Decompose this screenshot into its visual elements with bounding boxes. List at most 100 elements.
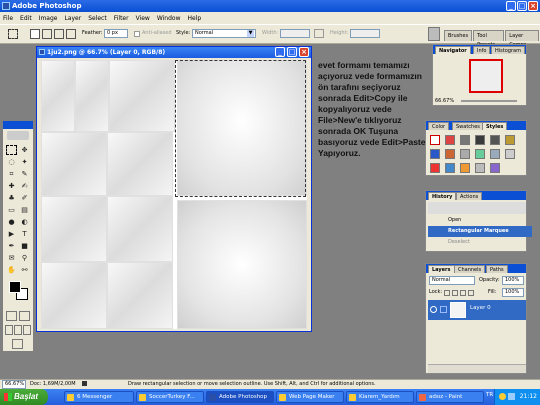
well-tab-layer-comps[interactable]: Layer Comps [505,30,539,48]
new-selection-icon[interactable] [30,29,40,39]
lock-all-icon[interactable] [468,290,474,296]
style-swatch[interactable] [460,135,470,145]
shape-tool-icon[interactable]: ■ [19,241,30,251]
intersect-selection-icon[interactable] [66,29,76,39]
status-doc-size[interactable]: Doc: 1,69M/2,00M [30,380,76,389]
navigator-zoom-slider[interactable] [461,100,517,102]
rectangular-marquee-icon[interactable] [6,145,17,155]
tab-styles[interactable]: Styles [482,122,508,130]
history-item-open[interactable]: Open [428,215,532,226]
close-button[interactable]: × [528,1,538,11]
slice-tool-icon[interactable]: ✎ [19,169,30,179]
lock-transparency-icon[interactable] [444,290,450,296]
clone-stamp-icon[interactable]: ♣ [6,193,17,203]
status-menu-icon[interactable] [82,381,87,386]
volume-icon[interactable] [508,393,515,400]
task-photoshop[interactable]: Adobe Photoshop [206,391,274,403]
menu-layer[interactable]: Layer [64,15,81,22]
feather-input[interactable]: 0 px [104,29,128,38]
screen-mode-full-menu-icon[interactable] [14,325,22,335]
tab-channels[interactable]: Channels [454,265,486,273]
tab-history[interactable]: History [428,192,457,200]
minimize-button[interactable]: _ [506,1,516,11]
style-swatch[interactable] [430,163,440,173]
style-swatch[interactable] [445,135,455,145]
well-tab-brushes[interactable]: Brushes [444,30,473,41]
lock-position-icon[interactable] [460,290,466,296]
style-swatch[interactable] [490,135,500,145]
foreground-color-swatch[interactable] [9,281,21,293]
swap-icon[interactable] [314,29,324,38]
tab-paths[interactable]: Paths [486,265,508,273]
blur-tool-icon[interactable]: ● [6,217,17,227]
menu-help[interactable]: Help [188,15,202,22]
subtract-selection-icon[interactable] [54,29,64,39]
style-swatch[interactable] [475,149,485,159]
blend-mode-select[interactable]: Normal [429,276,475,285]
history-item-deselect[interactable]: Deselect [428,237,532,248]
width-input[interactable] [280,29,310,38]
screen-mode-standard-icon[interactable] [5,325,13,335]
lasso-tool-icon[interactable]: ◌ [6,157,17,167]
tab-info[interactable]: Info [473,46,491,54]
pen-tool-icon[interactable]: ✒ [6,241,17,251]
adobe-online-icon[interactable] [7,131,29,140]
style-select[interactable]: Normal ▼ [192,29,256,38]
style-swatch[interactable] [430,149,440,159]
document-titlebar[interactable]: 1ju2.png @ 66.7% (Layer 0, RGB/8) _ □ × [37,47,311,58]
history-item-rectangular-marquee[interactable]: Rectangular Marquee [428,226,532,237]
menu-view[interactable]: View [136,15,150,22]
path-select-icon[interactable]: ▶ [6,229,17,239]
style-swatch[interactable] [490,163,500,173]
style-swatch-none[interactable] [430,135,440,145]
style-swatch[interactable] [475,135,485,145]
task-paint[interactable]: adsız - Paint [416,391,484,403]
tab-histogram[interactable]: Histogram [491,46,525,54]
tab-navigator[interactable]: Navigator [435,46,471,54]
tab-color[interactable]: Color [428,122,450,130]
quickmask-mode-icon[interactable] [19,311,30,321]
tab-actions[interactable]: Actions [456,192,483,200]
add-selection-icon[interactable] [42,29,52,39]
menu-file[interactable]: File [3,15,13,22]
crop-tool-icon[interactable]: ⌗ [6,169,17,179]
antialiased-checkbox[interactable] [134,31,140,37]
language-indicator[interactable]: TR [486,392,493,398]
brush-tool-icon[interactable]: ✍ [19,181,30,191]
move-tool-icon[interactable]: ✥ [19,145,30,155]
file-browser-icon[interactable] [428,27,440,41]
style-swatch[interactable] [505,149,515,159]
history-snapshot[interactable] [428,202,526,214]
brush-link-icon[interactable] [440,306,447,313]
tab-swatches[interactable]: Swatches [452,122,484,130]
magic-wand-icon[interactable]: ✦ [19,157,30,167]
navigator-thumbnail[interactable] [469,59,503,93]
menu-filter[interactable]: Filter [114,15,129,22]
task-web-page-maker[interactable]: Web Page Maker [276,391,344,403]
menu-edit[interactable]: Edit [20,15,32,22]
history-brush-icon[interactable]: ✐ [19,193,30,203]
menu-select[interactable]: Select [88,15,107,22]
doc-maximize-button[interactable]: □ [287,47,297,57]
lock-pixels-icon[interactable] [452,290,458,296]
menu-window[interactable]: Window [157,15,181,22]
marquee-selection[interactable] [175,60,306,197]
standard-mode-icon[interactable] [6,311,17,321]
menu-image[interactable]: Image [39,15,58,22]
style-swatch[interactable] [460,149,470,159]
tab-layers[interactable]: Layers [428,265,455,273]
gradient-tool-icon[interactable]: ▤ [19,205,30,215]
height-input[interactable] [350,29,380,38]
doc-close-button[interactable]: × [299,47,309,57]
jump-to-imageready-icon[interactable] [12,339,23,349]
style-swatch[interactable] [490,149,500,159]
zoom-tool-icon[interactable]: ⚯ [19,265,30,275]
maximize-button[interactable]: □ [517,1,527,11]
dodge-tool-icon[interactable]: ◐ [19,217,30,227]
doc-minimize-button[interactable]: _ [275,47,285,57]
marquee-preset-icon[interactable] [8,29,18,39]
task-messenger[interactable]: 6 Messenger [64,391,134,403]
screen-mode-full-icon[interactable] [23,325,31,335]
style-swatch[interactable] [505,135,515,145]
type-tool-icon[interactable]: T [19,229,30,239]
